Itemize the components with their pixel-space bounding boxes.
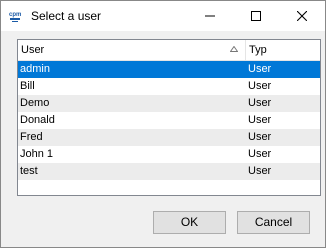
user-type: User <box>248 165 272 177</box>
select-user-dialog: cpm Select a user User Typ admin User Bi… <box>0 0 326 248</box>
close-button[interactable] <box>279 1 325 31</box>
user-type: User <box>248 148 272 160</box>
list-item[interactable]: test User <box>18 163 320 180</box>
user-name: admin <box>20 63 50 75</box>
user-name: Bill <box>20 80 35 92</box>
cpm-app-icon: cpm <box>9 9 25 23</box>
list-header: User Typ <box>18 40 320 61</box>
user-type: User <box>248 63 272 75</box>
user-name: John 1 <box>20 148 54 160</box>
user-name: Demo <box>20 97 50 109</box>
user-name: Donald <box>20 114 55 126</box>
sort-ascending-icon <box>230 46 238 52</box>
column-header-label: Typ <box>249 44 267 56</box>
user-list[interactable]: User Typ admin User Bill User Demo User <box>17 39 321 196</box>
column-header-label: User <box>21 44 45 56</box>
list-item[interactable]: John 1 User <box>18 146 320 163</box>
user-name: Fred <box>20 131 43 143</box>
column-header-type[interactable]: Typ <box>246 40 320 60</box>
column-header-user[interactable]: User <box>18 40 246 60</box>
list-item[interactable]: Demo User <box>18 95 320 112</box>
title-bar[interactable]: cpm Select a user <box>1 1 325 31</box>
user-type: User <box>248 131 272 143</box>
user-type: User <box>248 114 272 126</box>
close-icon <box>297 11 307 21</box>
user-type: User <box>248 80 272 92</box>
list-item[interactable]: Fred User <box>18 129 320 146</box>
cancel-button[interactable]: Cancel <box>237 211 310 234</box>
minimize-icon <box>205 15 215 17</box>
user-name: test <box>20 165 38 177</box>
user-type: User <box>248 97 272 109</box>
ok-button[interactable]: OK <box>153 211 226 234</box>
list-rows: admin User Bill User Demo User Donald Us… <box>18 61 320 180</box>
svg-text:cpm: cpm <box>9 12 21 18</box>
maximize-icon <box>251 11 261 21</box>
list-item[interactable]: Bill User <box>18 78 320 95</box>
list-item[interactable]: Donald User <box>18 112 320 129</box>
minimize-button[interactable] <box>187 1 233 31</box>
window-title: Select a user <box>31 9 102 23</box>
list-item[interactable]: admin User <box>18 61 320 78</box>
maximize-button[interactable] <box>233 1 279 31</box>
